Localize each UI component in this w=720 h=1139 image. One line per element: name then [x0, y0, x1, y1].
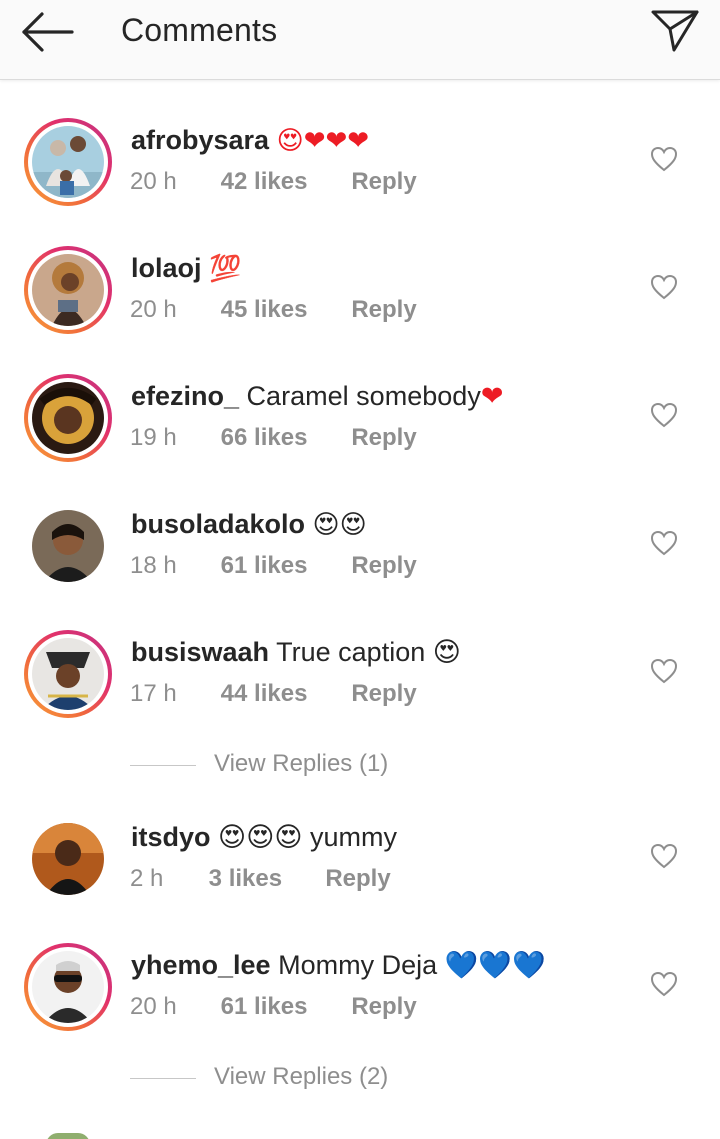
comment-meta: 2 h 3 likes Reply — [130, 865, 391, 893]
comment-time: 17 h — [130, 680, 177, 707]
reply-button[interactable]: Reply — [351, 552, 416, 580]
view-replies-label: View Replies (1) — [214, 750, 389, 777]
comment-likes[interactable]: 45 likes — [221, 296, 345, 324]
comment-body: 😍😍😍 yummy — [218, 822, 398, 852]
heart-outline-icon[interactable] — [650, 971, 678, 997]
heart-outline-icon[interactable] — [650, 402, 678, 428]
comment-likes[interactable]: 66 likes — [221, 424, 345, 452]
comment-likes[interactable]: 3 likes — [209, 865, 319, 893]
comment-time: 20 h — [130, 296, 177, 323]
comment-meta: 20 h 61 likes Reply — [130, 993, 417, 1021]
divider — [130, 765, 196, 766]
comment-body: 😍😍 — [312, 510, 367, 540]
reply-button[interactable]: Reply — [351, 296, 416, 324]
comment-item: efezino_ Caramel somebody❤ 19 h 66 likes… — [0, 374, 720, 502]
comment-meta: 17 h 44 likes Reply — [130, 680, 417, 708]
reply-button[interactable]: Reply — [351, 993, 416, 1021]
comment-body: 💯 — [209, 254, 242, 284]
view-replies-label: View Replies (2) — [214, 1063, 389, 1090]
next-comment-avatar-partial — [46, 1133, 90, 1139]
avatar — [32, 126, 104, 198]
comment-username[interactable]: efezino_ — [131, 381, 239, 411]
heart-outline-icon[interactable] — [650, 274, 678, 300]
comment-likes[interactable]: 61 likes — [221, 552, 345, 580]
comment-text: efezino_ Caramel somebody❤ — [131, 378, 503, 414]
comment-text: busiswaah True caption 😍 — [131, 634, 461, 670]
comment-username[interactable]: afrobysara — [131, 125, 269, 155]
avatar-story-ring[interactable] — [24, 943, 112, 1031]
reply-button[interactable]: Reply — [351, 168, 416, 196]
heart-outline-icon[interactable] — [650, 843, 678, 869]
comment-time: 18 h — [130, 552, 177, 579]
comment-item: itsdyo 😍😍😍 yummy 2 h 3 likes Reply — [0, 815, 720, 943]
comment-text: busoladakolo 😍😍 — [131, 506, 367, 543]
comment-time: 2 h — [130, 865, 164, 892]
avatar-story-ring[interactable] — [24, 118, 112, 206]
avatar[interactable] — [32, 823, 104, 895]
avatar — [32, 951, 104, 1023]
comment-username[interactable]: busoladakolo — [131, 509, 305, 539]
page-title: Comments — [121, 12, 278, 48]
reply-button[interactable]: Reply — [351, 680, 416, 708]
comment-time: 20 h — [130, 168, 177, 195]
comment-item: lolaoj 💯 20 h 45 likes Reply — [0, 246, 720, 374]
comment-username[interactable]: itsdyo — [131, 822, 211, 852]
direct-message-button[interactable] — [650, 8, 700, 54]
comment-time: 20 h — [130, 993, 177, 1020]
comment-text: yhemo_lee Mommy Deja 💙💙💙 — [131, 947, 546, 983]
comment-text: afrobysara 😍❤❤❤ — [131, 122, 369, 159]
avatar-story-ring[interactable] — [24, 630, 112, 718]
avatar — [32, 382, 104, 454]
comment-meta: 19 h 66 likes Reply — [130, 424, 417, 452]
comment-body: Mommy Deja 💙💙💙 — [278, 950, 546, 980]
avatar-story-ring[interactable] — [24, 374, 112, 462]
comment-item: busiswaah True caption 😍 17 h 44 likes R… — [0, 630, 720, 758]
avatar — [32, 254, 104, 326]
comment-text: lolaoj 💯 — [131, 250, 241, 287]
comment-meta: 18 h 61 likes Reply — [130, 552, 417, 580]
comment-text: itsdyo 😍😍😍 yummy — [131, 819, 397, 855]
paper-plane-icon — [651, 10, 699, 52]
heart-outline-icon[interactable] — [650, 658, 678, 684]
comment-item: afrobysara 😍❤❤❤ 20 h 42 likes Reply — [0, 118, 720, 246]
reply-button[interactable]: Reply — [325, 865, 390, 893]
comment-time: 19 h — [130, 424, 177, 451]
comment-body: 😍❤❤❤ — [276, 126, 370, 156]
comment-item: yhemo_lee Mommy Deja 💙💙💙 20 h 61 likes R… — [0, 943, 720, 1071]
comment-likes[interactable]: 42 likes — [221, 168, 345, 196]
back-button[interactable] — [18, 10, 78, 54]
comment-meta: 20 h 42 likes Reply — [130, 168, 417, 196]
avatar-story-ring[interactable] — [24, 246, 112, 334]
comment-username[interactable]: yhemo_lee — [131, 950, 271, 980]
arrow-left-icon — [22, 12, 74, 52]
reply-button[interactable]: Reply — [351, 424, 416, 452]
avatar[interactable] — [32, 510, 104, 582]
heart-outline-icon[interactable] — [650, 146, 678, 172]
comment-likes[interactable]: 61 likes — [221, 993, 345, 1021]
divider — [130, 1078, 196, 1079]
top-bar: Comments — [0, 0, 720, 80]
comment-body: Caramel somebody❤ — [246, 381, 504, 411]
comment-username[interactable]: lolaoj — [131, 253, 202, 283]
avatar — [32, 638, 104, 710]
heart-outline-icon[interactable] — [650, 530, 678, 556]
comment-username[interactable]: busiswaah — [131, 637, 269, 667]
comment-meta: 20 h 45 likes Reply — [130, 296, 417, 324]
comment-item: busoladakolo 😍😍 18 h 61 likes Reply — [0, 502, 720, 630]
comment-body: True caption 😍 — [276, 637, 461, 667]
comment-likes[interactable]: 44 likes — [221, 680, 345, 708]
